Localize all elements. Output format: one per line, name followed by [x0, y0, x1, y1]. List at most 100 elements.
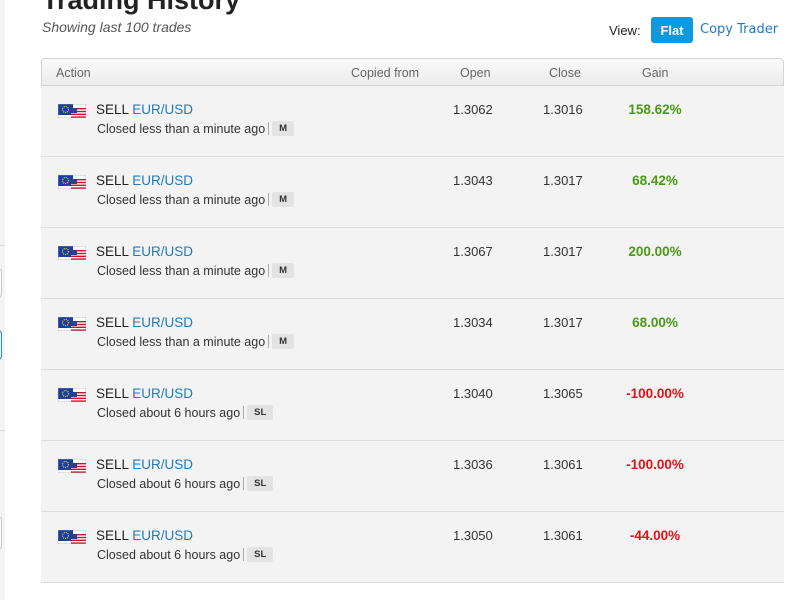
table-row[interactable]: SELL EUR/USD Closed about 6 hours ago SL…	[41, 441, 784, 512]
table-row[interactable]: SELL EUR/USD Closed less than a minute a…	[41, 228, 784, 299]
trade-action: SELL EUR/USD	[96, 386, 193, 401]
trade-action: SELL EUR/USD	[96, 528, 193, 543]
rail-divider	[0, 430, 5, 431]
closed-time: Closed about 6 hours ago	[97, 547, 241, 562]
instrument-link[interactable]: EUR/USD	[132, 102, 193, 117]
closed-time: Closed less than a minute ago	[97, 121, 266, 136]
close-reason-badge: SL	[247, 476, 274, 491]
trade-action: SELL EUR/USD	[96, 457, 193, 472]
closed-time: Closed about 6 hours ago	[97, 405, 241, 420]
close-price: 1.3061	[543, 457, 583, 472]
close-price: 1.3061	[543, 528, 583, 543]
table-row[interactable]: SELL EUR/USD Closed less than a minute a…	[41, 299, 784, 370]
closed-info: Closed less than a minute ago M	[97, 192, 295, 207]
trade-action: SELL EUR/USD	[96, 315, 193, 330]
header-action[interactable]: Action	[56, 66, 91, 80]
sidebar-tab[interactable]	[0, 516, 2, 550]
gain-value: 158.62%	[628, 102, 682, 117]
closed-info: Closed about 6 hours ago SL	[97, 405, 274, 420]
closed-info: Closed less than a minute ago M	[97, 263, 295, 278]
close-reason-badge: M	[272, 334, 295, 349]
instrument-link[interactable]: EUR/USD	[132, 528, 193, 543]
open-price: 1.3040	[453, 386, 493, 401]
eu-us-flag-icon	[58, 317, 86, 331]
gain-value: 200.00%	[628, 244, 682, 259]
closed-info: Closed about 6 hours ago SL	[97, 547, 274, 562]
gain-value: -44.00%	[629, 528, 681, 543]
table-row[interactable]: SELL EUR/USD Closed about 6 hours ago SL…	[41, 370, 784, 441]
open-price: 1.3036	[453, 457, 493, 472]
open-price: 1.3067	[453, 244, 493, 259]
eu-us-flag-icon	[58, 530, 86, 544]
left-sidebar-edge	[0, 0, 5, 600]
close-reason-badge: M	[272, 263, 295, 278]
closed-info: Closed less than a minute ago M	[97, 334, 295, 349]
sidebar-tab[interactable]	[0, 268, 2, 298]
closed-time: Closed less than a minute ago	[97, 263, 266, 278]
sidebar-tab-active[interactable]	[0, 330, 2, 360]
eu-us-flag-icon	[58, 104, 86, 118]
instrument-link[interactable]: EUR/USD	[132, 244, 193, 259]
header-close[interactable]: Close	[549, 66, 581, 80]
separator	[268, 122, 270, 135]
eu-us-flag-icon	[58, 459, 86, 473]
trade-action: SELL EUR/USD	[96, 102, 193, 117]
trade-action: SELL EUR/USD	[96, 173, 193, 188]
table-row[interactable]: SELL EUR/USD Closed less than a minute a…	[41, 86, 784, 157]
close-price: 1.3016	[543, 102, 583, 117]
separator	[243, 477, 245, 490]
copy-trader-view-button[interactable]: Copy Trader	[700, 17, 778, 43]
trade-side: SELL	[96, 457, 129, 472]
trade-side: SELL	[96, 244, 129, 259]
header-open[interactable]: Open	[460, 66, 491, 80]
separator	[243, 406, 245, 419]
view-label: View:	[609, 23, 641, 38]
table-header: Action Copied from Open Close Gain	[41, 58, 784, 86]
gain-value: 68.00%	[632, 315, 678, 330]
table-body: SELL EUR/USD Closed less than a minute a…	[41, 86, 784, 583]
open-price: 1.3062	[453, 102, 493, 117]
instrument-link[interactable]: EUR/USD	[132, 315, 193, 330]
close-price: 1.3065	[543, 386, 583, 401]
closed-info: Closed less than a minute ago M	[97, 121, 295, 136]
trade-side: SELL	[96, 528, 129, 543]
instrument-link[interactable]: EUR/USD	[132, 457, 193, 472]
header-gain[interactable]: Gain	[642, 66, 668, 80]
closed-info: Closed about 6 hours ago SL	[97, 476, 274, 491]
closed-time: Closed about 6 hours ago	[97, 476, 241, 491]
header-copied-from[interactable]: Copied from	[351, 66, 419, 80]
trade-action: SELL EUR/USD	[96, 244, 193, 259]
page-title: Trading History	[42, 0, 241, 15]
table-row[interactable]: SELL EUR/USD Closed less than a minute a…	[41, 157, 784, 228]
closed-time: Closed less than a minute ago	[97, 334, 266, 349]
close-reason-badge: SL	[247, 547, 274, 562]
close-price: 1.3017	[543, 173, 583, 188]
open-price: 1.3043	[453, 173, 493, 188]
eu-us-flag-icon	[58, 388, 86, 402]
close-price: 1.3017	[543, 315, 583, 330]
rail-divider	[0, 245, 5, 246]
gain-value: -100.00%	[626, 457, 684, 472]
trade-side: SELL	[96, 386, 129, 401]
close-reason-badge: M	[272, 192, 295, 207]
open-price: 1.3050	[453, 528, 493, 543]
trade-side: SELL	[96, 102, 129, 117]
instrument-link[interactable]: EUR/USD	[132, 386, 193, 401]
open-price: 1.3034	[453, 315, 493, 330]
separator	[268, 193, 270, 206]
closed-time: Closed less than a minute ago	[97, 192, 266, 207]
eu-us-flag-icon	[58, 246, 86, 260]
instrument-link[interactable]: EUR/USD	[132, 173, 193, 188]
flat-view-button[interactable]: Flat	[651, 17, 693, 43]
close-reason-badge: SL	[247, 405, 274, 420]
table-row[interactable]: SELL EUR/USD Closed about 6 hours ago SL…	[41, 512, 784, 583]
trade-side: SELL	[96, 315, 129, 330]
separator	[268, 264, 270, 277]
trades-table: Action Copied from Open Close Gain SELL …	[41, 58, 784, 600]
gain-value: -100.00%	[626, 386, 684, 401]
trade-side: SELL	[96, 173, 129, 188]
eu-us-flag-icon	[58, 175, 86, 189]
page-subtitle: Showing last 100 trades	[42, 19, 192, 35]
gain-value: 68.42%	[632, 173, 678, 188]
close-reason-badge: M	[272, 121, 295, 136]
